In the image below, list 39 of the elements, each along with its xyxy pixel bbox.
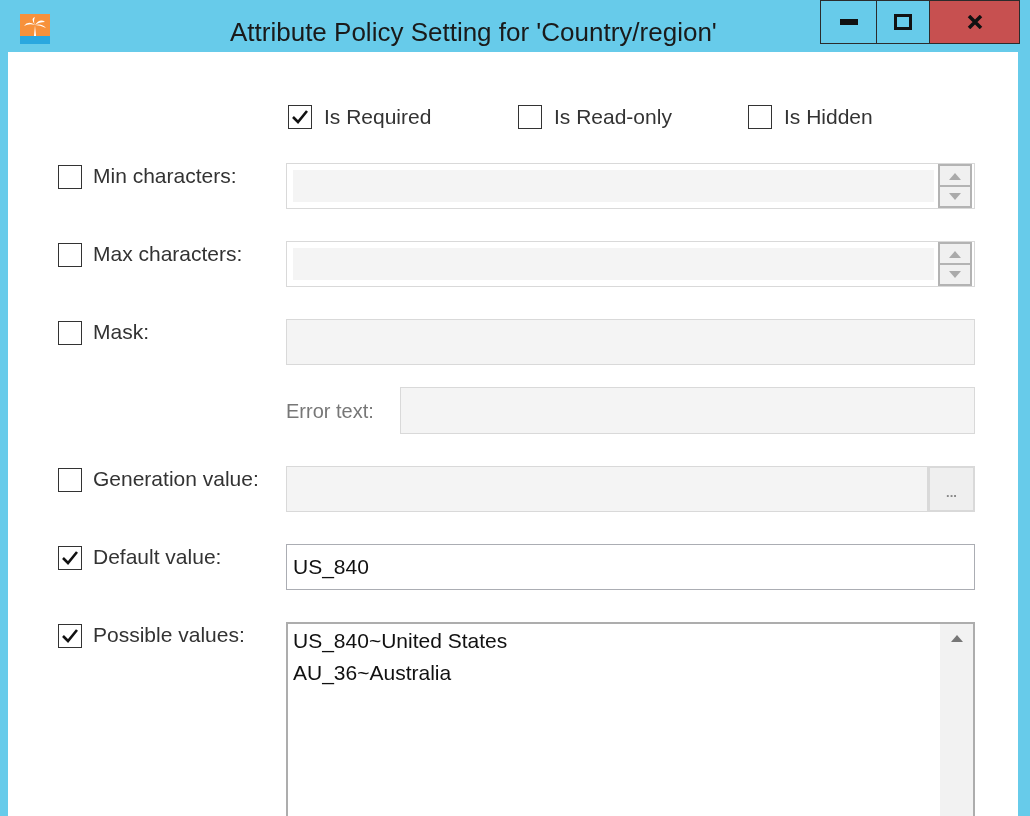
- list-line: US_840~United States: [293, 628, 509, 655]
- minimize-icon: [839, 19, 858, 25]
- field-label: Max characters:: [93, 241, 244, 267]
- error-text-field[interactable]: [400, 387, 975, 434]
- checkbox[interactable]: [58, 321, 82, 345]
- checkbox-label: Is Read-only: [554, 104, 672, 130]
- list-line: AU_36~Australia: [293, 660, 453, 687]
- close-icon: [966, 15, 983, 29]
- up-arrow-icon: [948, 249, 962, 258]
- checkbox[interactable]: [58, 243, 82, 267]
- field-label: Generation value:: [93, 466, 260, 492]
- down-arrow-icon: [948, 270, 962, 279]
- down-arrow-icon: [948, 192, 962, 201]
- checkbox[interactable]: [518, 105, 542, 129]
- default-value-field[interactable]: US_840: [286, 544, 975, 590]
- error-text-label: Error text:: [286, 398, 375, 424]
- checkbox[interactable]: [58, 468, 82, 492]
- scroll-up-arrow-icon: [950, 634, 963, 642]
- up-arrow-icon: [948, 171, 962, 180]
- checkbox[interactable]: [58, 624, 82, 648]
- checkbox-label: Is Required: [324, 104, 432, 130]
- scrollbar[interactable]: [940, 624, 973, 816]
- field-label: Mask:: [93, 319, 150, 345]
- checkbox[interactable]: [288, 105, 312, 129]
- maximize-icon: [894, 14, 912, 30]
- checkbox[interactable]: [748, 105, 772, 129]
- checkbox[interactable]: [58, 165, 82, 189]
- palm-tree-icon: [20, 14, 50, 44]
- checkbox[interactable]: [58, 546, 82, 570]
- generation-value-field[interactable]: [286, 466, 928, 512]
- close-button[interactable]: [930, 0, 1020, 44]
- mask-field[interactable]: [286, 319, 975, 365]
- possible-values-box[interactable]: US_840~United States AU_36~Australia: [286, 622, 975, 816]
- window-title: Attribute Policy Setting for 'Country/region': [230, 16, 717, 49]
- checkbox-label: Is Hidden: [784, 104, 873, 130]
- field-label: Min characters:: [93, 163, 238, 189]
- minimize-button[interactable]: [820, 0, 877, 44]
- field-label: Possible values:: [93, 622, 246, 648]
- field-label: Default value:: [93, 544, 223, 570]
